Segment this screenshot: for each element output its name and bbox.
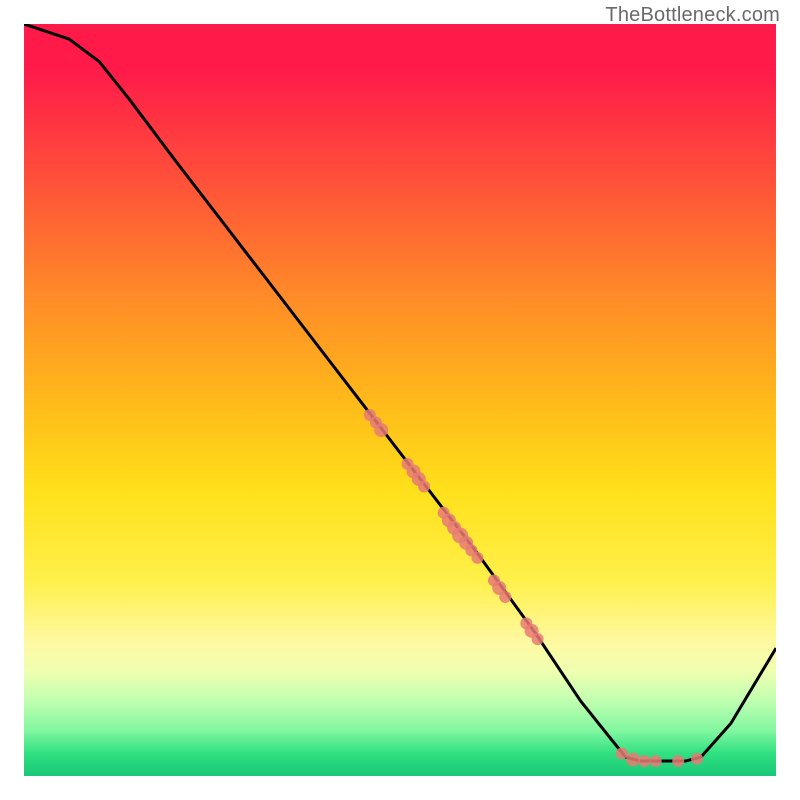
scatter-point [626, 752, 640, 766]
scatter-point [532, 633, 544, 645]
scatter-point [418, 480, 430, 492]
scatter-point [691, 753, 703, 765]
curve-path [24, 24, 776, 761]
scatter-point [616, 747, 628, 759]
scatter-point [374, 423, 388, 437]
bottleneck-curve [24, 24, 776, 761]
bottleneck-chart: TheBottleneck.com [0, 0, 800, 800]
scatter-point [471, 552, 483, 564]
scatter-points [364, 409, 703, 767]
scatter-point [499, 591, 511, 603]
scatter-point [638, 755, 650, 767]
chart-plot-svg [24, 24, 776, 776]
scatter-point [672, 755, 684, 767]
scatter-point [650, 755, 662, 767]
